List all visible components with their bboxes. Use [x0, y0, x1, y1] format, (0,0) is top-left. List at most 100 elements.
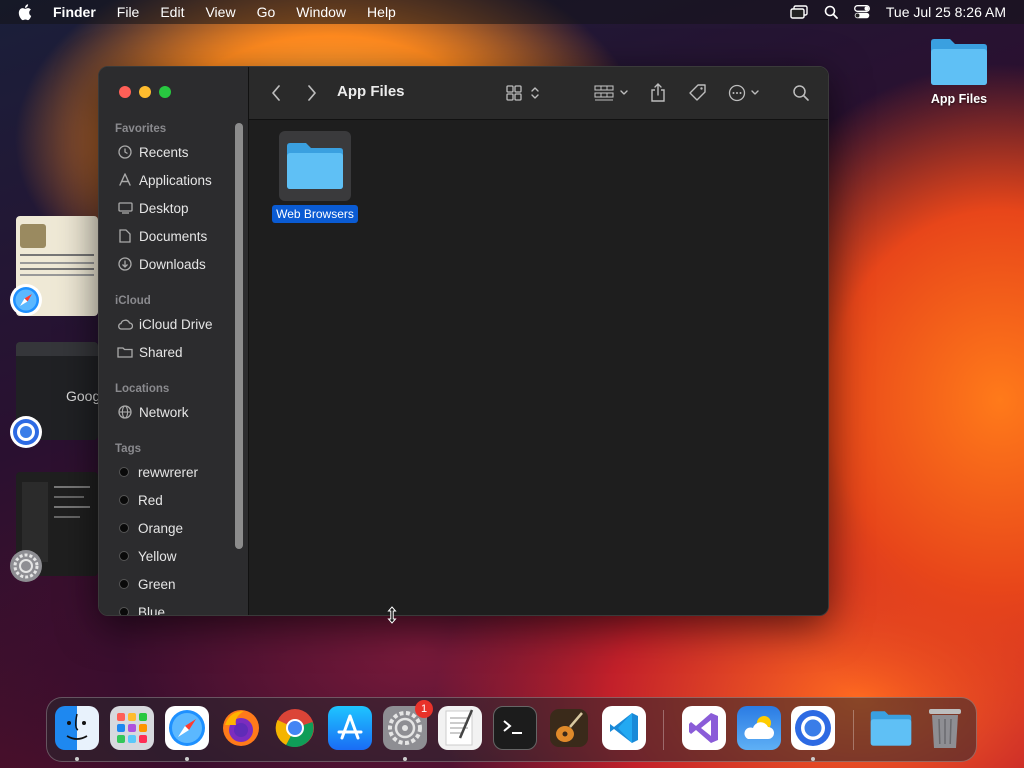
- sidebar-tag-yellow[interactable]: Yellow: [117, 546, 177, 566]
- terminal-icon: [503, 720, 522, 734]
- dock-finder[interactable]: [55, 706, 99, 750]
- sidebar-item-applications[interactable]: Applications: [117, 170, 212, 190]
- desktop-icon: [117, 200, 133, 216]
- main-pane: App Files Web Browsers: [248, 67, 828, 615]
- guitar-icon: [550, 709, 588, 747]
- chrome-stage-icon: [10, 416, 42, 448]
- dock-app-store[interactable]: [328, 706, 372, 750]
- dock-chrome[interactable]: [273, 706, 317, 750]
- sidebar-item-network[interactable]: Network: [117, 402, 189, 422]
- sidebar-tag-orange[interactable]: Orange: [117, 518, 183, 538]
- download-icon: [117, 256, 133, 272]
- spotlight-search-icon[interactable]: [824, 5, 838, 19]
- dock-visual-studio[interactable]: [682, 706, 726, 750]
- group-icon: [594, 85, 628, 101]
- sidebar-item-desktop[interactable]: Desktop: [117, 198, 189, 218]
- sidebar-item-label: Recents: [139, 144, 189, 160]
- sidebar-tag-blue[interactable]: Blue: [117, 602, 166, 616]
- sidebar-item-recents[interactable]: Recents: [117, 142, 189, 162]
- forward-button[interactable]: [303, 81, 321, 105]
- sidebar-item-downloads[interactable]: Downloads: [117, 254, 206, 274]
- sidebar-item-label: Downloads: [139, 256, 206, 272]
- dock-trash[interactable]: [923, 706, 967, 750]
- search-button[interactable]: [790, 81, 812, 105]
- tag-dot-icon: [119, 523, 129, 533]
- sidebar-item-label: Green: [138, 576, 176, 592]
- firefox-icon: [223, 710, 259, 746]
- chevron-right-icon: [308, 85, 316, 101]
- settings-stage-icon: [10, 550, 42, 582]
- folder-selection-highlight: [279, 131, 351, 201]
- back-button[interactable]: [267, 81, 285, 105]
- dock: 1: [46, 697, 977, 762]
- share-button[interactable]: [647, 81, 669, 105]
- running-indicator: [185, 757, 189, 761]
- dock-weather[interactable]: [737, 706, 781, 750]
- menu-view[interactable]: View: [205, 4, 235, 20]
- shared-folder-icon: [117, 344, 133, 360]
- dock-separator: [663, 710, 664, 750]
- chevron-left-icon: [272, 85, 280, 101]
- running-indicator: [811, 757, 815, 761]
- group-by-button[interactable]: [593, 81, 633, 105]
- running-indicator: [75, 757, 79, 761]
- dock-textedit[interactable]: [438, 706, 482, 750]
- sidebar-tag-green[interactable]: Green: [117, 574, 176, 594]
- sidebar-scrollbar[interactable]: [235, 123, 243, 549]
- sidebar-item-label: Documents: [139, 228, 208, 244]
- tag-dot-icon: [119, 607, 129, 615]
- sidebar-item-shared[interactable]: Shared: [117, 342, 183, 362]
- sidebar-item-label: Blue: [138, 604, 166, 616]
- dock-chromium[interactable]: [791, 706, 835, 750]
- sidebar-item-icloud-drive[interactable]: iCloud Drive: [117, 314, 213, 334]
- cloud-icon: [117, 316, 133, 332]
- control-center-icon[interactable]: [853, 5, 870, 19]
- folder-icon: [931, 39, 987, 85]
- folder-label: Web Browsers: [272, 205, 358, 223]
- tags-button[interactable]: [687, 81, 709, 105]
- dock-terminal[interactable]: [493, 706, 537, 750]
- weather-icon: [744, 716, 774, 739]
- dock-launchpad[interactable]: [110, 706, 154, 750]
- minimize-button[interactable]: [139, 86, 151, 98]
- finder-window: Favorites Recents Applications Desktop D…: [98, 66, 829, 616]
- zoom-button[interactable]: [159, 86, 171, 98]
- menu-app-name[interactable]: Finder: [53, 4, 96, 20]
- menu-file[interactable]: File: [117, 4, 140, 20]
- tag-dot-icon: [119, 551, 129, 561]
- more-actions-button[interactable]: [727, 81, 765, 105]
- dock-system-settings[interactable]: 1: [383, 700, 433, 750]
- safari-icon: [10, 284, 42, 316]
- menu-window[interactable]: Window: [296, 4, 346, 20]
- close-button[interactable]: [119, 86, 131, 98]
- dock-garageband[interactable]: [547, 706, 591, 750]
- sidebar-item-label: rewwrerer: [138, 464, 199, 480]
- folder-web-browsers[interactable]: Web Browsers: [271, 131, 359, 223]
- sidebar-item-label: Yellow: [138, 548, 177, 564]
- toolbar: App Files: [249, 67, 828, 120]
- icloud-header: iCloud: [115, 295, 151, 307]
- dock-firefox[interactable]: [219, 706, 263, 750]
- sidebar-tag-rewwrerer[interactable]: rewwrerer: [117, 462, 198, 482]
- menu-edit[interactable]: Edit: [160, 4, 184, 20]
- dock-vscode[interactable]: [602, 706, 646, 750]
- screen-mirroring-icon[interactable]: [790, 5, 808, 19]
- sidebar-item-label: Network: [139, 404, 189, 420]
- sidebar-item-documents[interactable]: Documents: [117, 226, 207, 246]
- folder-icon: [287, 143, 343, 189]
- apple-menu-icon[interactable]: [18, 3, 36, 21]
- locations-header: Locations: [115, 383, 170, 395]
- desktop-folder[interactable]: App Files: [922, 36, 996, 106]
- safari-icon: [169, 710, 205, 746]
- menu-help[interactable]: Help: [367, 4, 396, 20]
- window-title: App Files: [337, 83, 405, 100]
- folder-icon: [870, 711, 912, 746]
- dock-safari[interactable]: [165, 706, 209, 750]
- dock-downloads-folder[interactable]: [869, 706, 913, 750]
- view-mode-button[interactable]: [505, 81, 545, 105]
- sidebar-tag-red[interactable]: Red: [117, 490, 163, 510]
- window-controls: [119, 86, 171, 98]
- menu-clock[interactable]: Tue Jul 25 8:26 AM: [886, 4, 1006, 20]
- search-icon: [793, 85, 809, 101]
- menu-go[interactable]: Go: [257, 4, 276, 20]
